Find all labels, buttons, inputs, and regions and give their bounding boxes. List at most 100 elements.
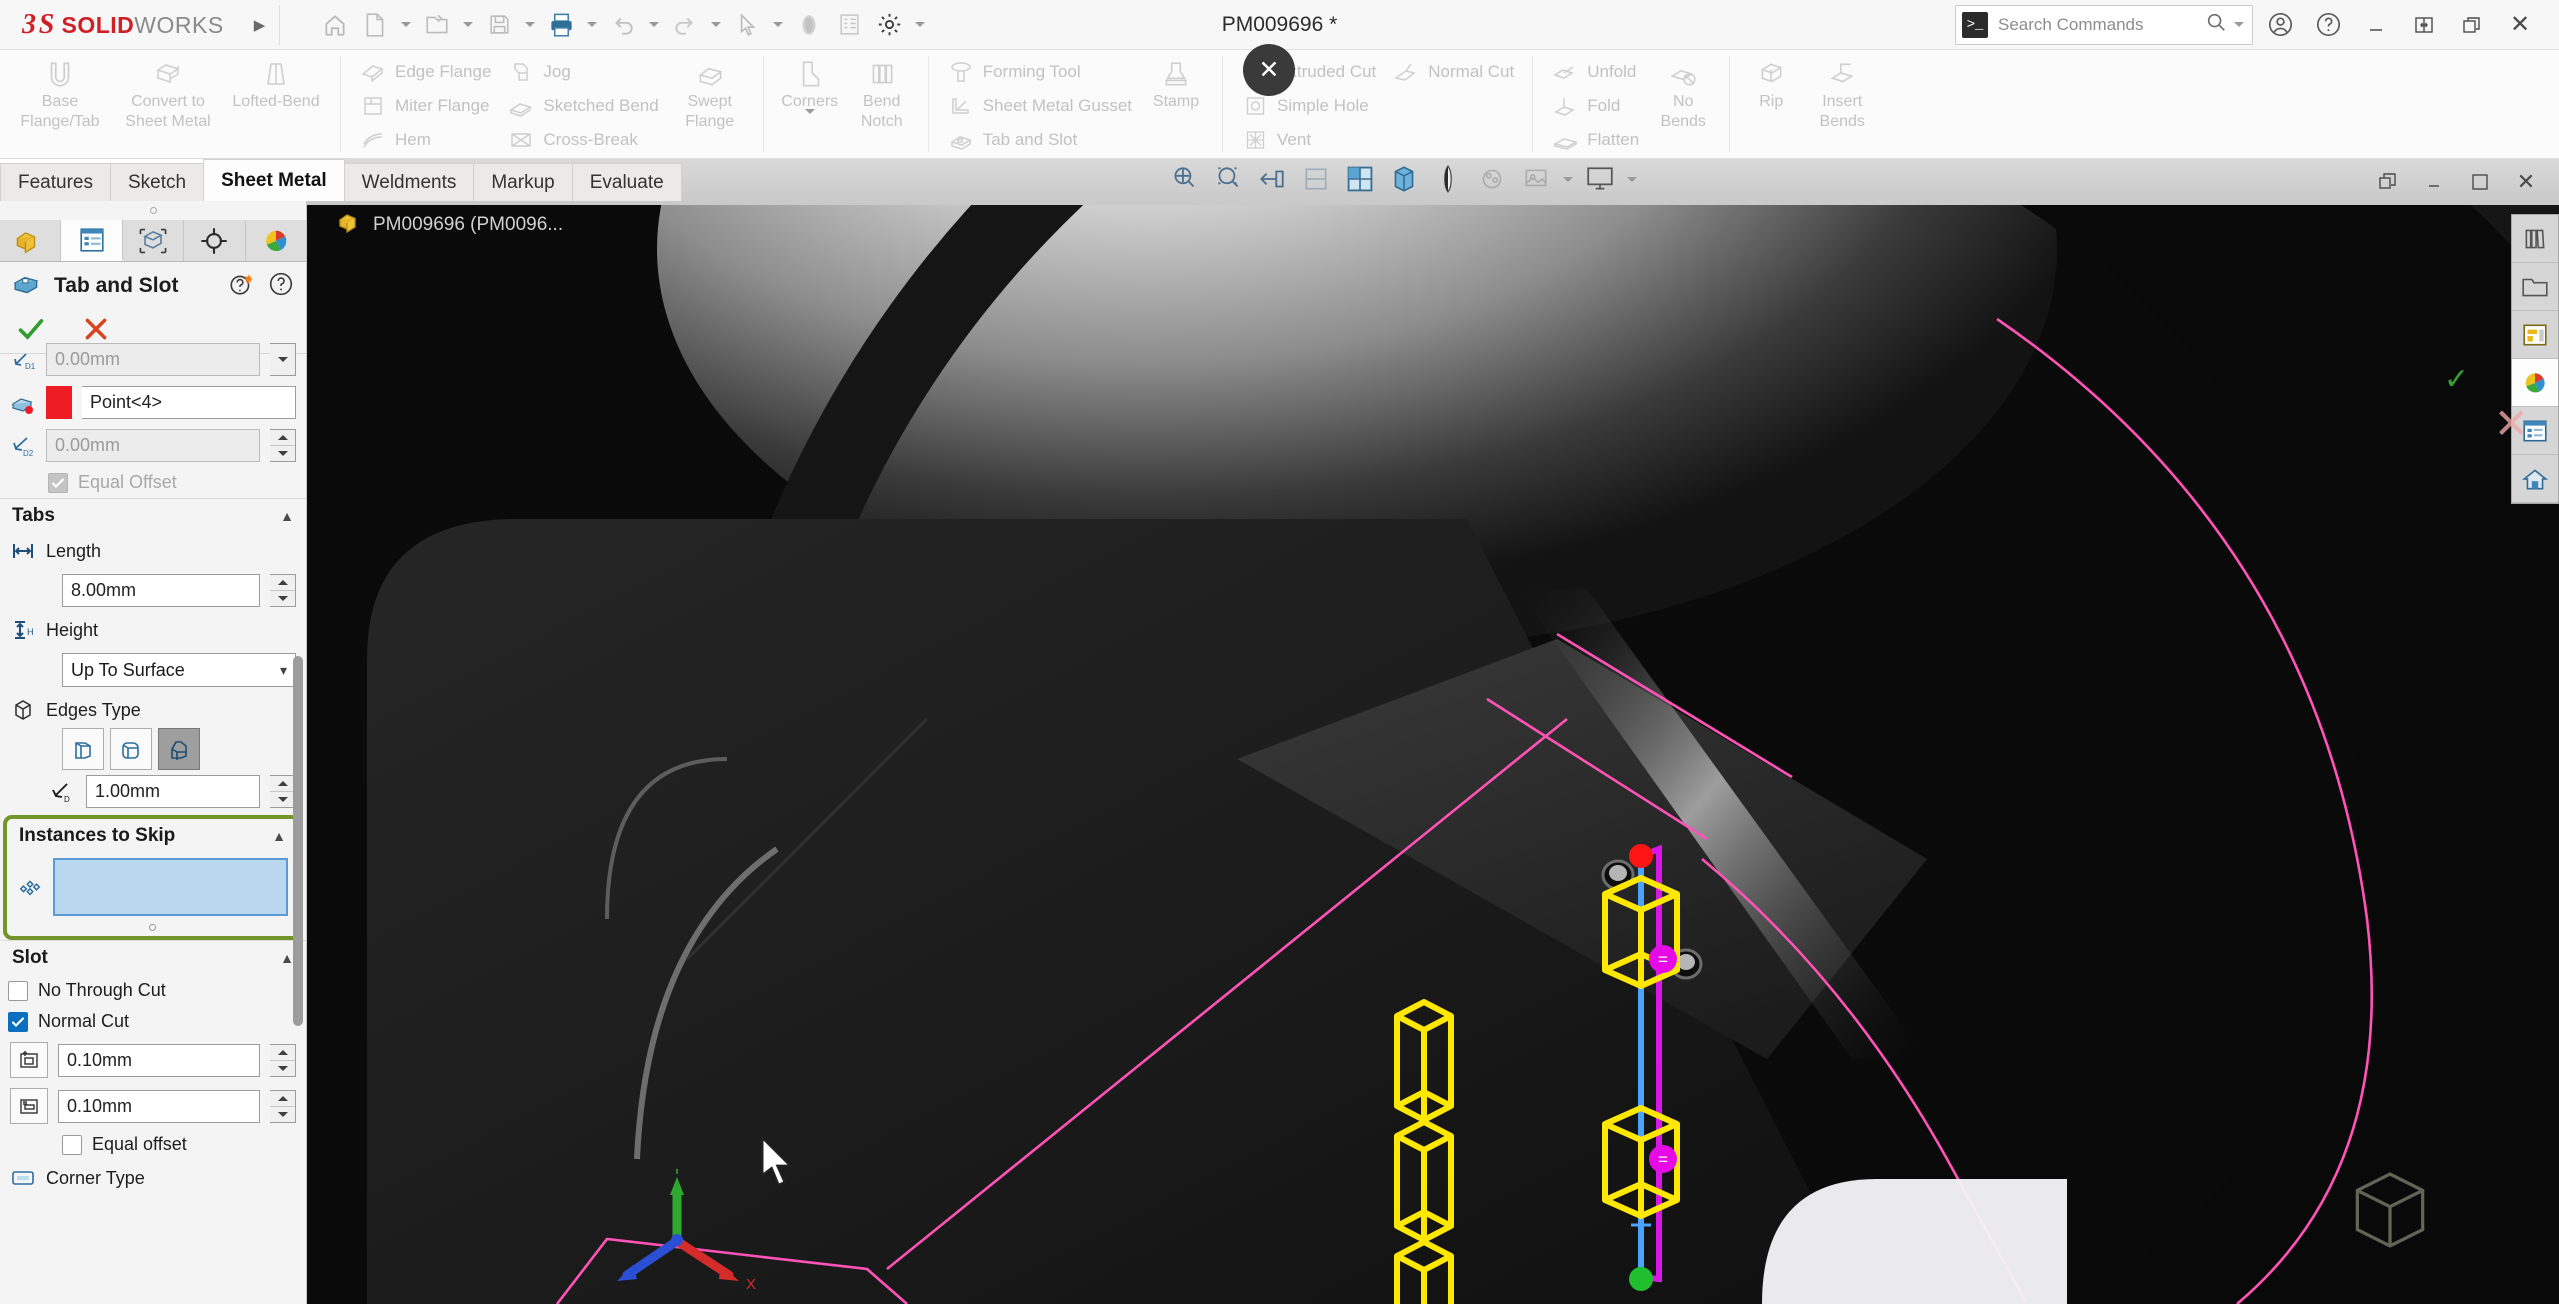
tab-weldments[interactable]: Weldments (343, 163, 475, 201)
unfold-button[interactable]: Unfold (1543, 56, 1647, 88)
edge-type-sharp[interactable] (62, 728, 104, 770)
sketched-bend-button[interactable]: Sketched Bend (499, 90, 666, 122)
chevron-up-icon[interactable]: ▲ (280, 508, 294, 524)
search-input[interactable]: >_ Search Commands (1955, 4, 2253, 45)
bend-notch-button[interactable]: Bend Notch (846, 50, 918, 158)
tab-length-field[interactable]: 8.00mm (62, 574, 260, 607)
length-clearance-stepper[interactable] (270, 1043, 296, 1077)
home-panel-icon[interactable] (2512, 455, 2558, 503)
new-document-dropdown[interactable] (396, 6, 416, 44)
chevron-up-icon[interactable]: ▲ (280, 950, 294, 966)
view-palette-icon[interactable] (2512, 215, 2558, 263)
menu-expand-arrow[interactable]: ▶ (254, 16, 266, 34)
clipped-dimension-dropdown[interactable] (270, 343, 296, 376)
edge-type-chamfer[interactable] (158, 728, 200, 770)
lofted-bend-button[interactable]: Lofted-Bend (222, 50, 330, 158)
no-bends-button[interactable]: No Bends (1647, 50, 1719, 158)
property-manager-tab[interactable] (61, 220, 123, 261)
normal-cut-checkbox[interactable] (8, 1011, 28, 1032)
convert-to-sheet-metal-button[interactable]: Convert to Sheet Metal (114, 50, 222, 158)
print-icon[interactable] (542, 6, 580, 44)
normal-cut-button[interactable]: Normal Cut (1384, 56, 1522, 88)
overlay-close-icon[interactable]: ✕ (1243, 44, 1295, 96)
jog-button[interactable]: Jog (499, 56, 666, 88)
graphics-viewport[interactable]: = = ✕ PM009696 (PM0096... ✓ ✕ Y X (307, 159, 2559, 1304)
edge-flange-button[interactable]: Edge Flange (351, 56, 499, 88)
viewport-close-button[interactable]: ✕ (2505, 161, 2547, 203)
help-icon[interactable] (268, 271, 294, 302)
cross-break-button[interactable]: Cross-Break (499, 124, 666, 156)
gear-icon[interactable] (870, 6, 908, 44)
open-folder-icon[interactable] (2512, 263, 2558, 311)
flatten-button[interactable]: Flatten (1543, 124, 1647, 156)
tab-and-slot-button[interactable]: Tab and Slot (939, 124, 1140, 156)
corners-caret[interactable] (804, 108, 815, 133)
view-cube[interactable] (2341, 1161, 2439, 1264)
help-icon[interactable] (2307, 4, 2349, 46)
account-icon[interactable] (2259, 4, 2301, 46)
save-dropdown[interactable] (520, 6, 540, 44)
close-window-button[interactable]: ✕ (2499, 4, 2541, 46)
undo-icon[interactable] (604, 6, 642, 44)
display-style-icon[interactable] (1387, 162, 1421, 196)
rebuild-icon[interactable] (790, 6, 828, 44)
offset-distance-field[interactable]: 0.00mm (46, 429, 260, 462)
undo-dropdown[interactable] (644, 6, 664, 44)
redo-dropdown[interactable] (706, 6, 726, 44)
breadcrumb[interactable]: PM009696 (PM0096... (337, 209, 563, 241)
tab-length-stepper[interactable] (270, 574, 296, 607)
scene-dropdown-caret[interactable] (1563, 176, 1573, 182)
edge-type-fillet[interactable] (110, 728, 152, 770)
tile-window-button[interactable] (2403, 4, 2445, 46)
sheet-metal-gusset-button[interactable]: Sheet Metal Gusset (939, 90, 1140, 122)
select-arrow-icon[interactable] (728, 6, 766, 44)
tab-evaluate[interactable]: Evaluate (571, 163, 682, 201)
save-icon[interactable] (480, 6, 518, 44)
tab-markup[interactable]: Markup (473, 163, 573, 201)
instances-resize-handle[interactable] (7, 921, 298, 931)
clipped-dimension-field[interactable]: 0.00mm (46, 343, 260, 376)
zoom-to-fit-icon[interactable] (1167, 162, 1201, 196)
hide-show-items-icon[interactable] (1431, 162, 1465, 196)
previous-view-icon[interactable] (1255, 162, 1289, 196)
viewport-confirm-cancel[interactable]: ✕ (2494, 399, 2529, 448)
custom-properties-icon[interactable] (2512, 311, 2558, 359)
options-dropdown[interactable] (910, 6, 930, 44)
insert-bends-button[interactable]: Insert Bends (1802, 50, 1882, 158)
chevron-up-icon[interactable]: ▲ (272, 828, 286, 844)
new-document-icon[interactable] (356, 6, 394, 44)
options-list-icon[interactable] (830, 6, 868, 44)
tabs-section-header[interactable]: Tabs ▲ (0, 498, 306, 533)
restore-window-button[interactable] (2451, 4, 2493, 46)
edit-appearance-icon[interactable] (1475, 162, 1509, 196)
search-dropdown-caret[interactable] (2234, 22, 2244, 27)
width-clearance-field[interactable]: 0.10mm (58, 1089, 260, 1123)
minimize-button[interactable] (2355, 4, 2397, 46)
point-selection-field[interactable]: Point<4> (82, 386, 296, 419)
panel-scrollbar[interactable] (293, 656, 303, 1026)
slot-section-header[interactable]: Slot ▲ (0, 940, 306, 975)
dimxpert-manager-tab[interactable] (184, 220, 246, 261)
width-clearance-stepper[interactable] (270, 1089, 296, 1123)
select-dropdown[interactable] (768, 6, 788, 44)
tab-sheet-metal[interactable]: Sheet Metal (203, 159, 345, 201)
feature-manager-tab[interactable] (0, 220, 62, 261)
vent-button[interactable]: Vent (1233, 124, 1384, 156)
section-view-icon[interactable] (1299, 162, 1333, 196)
chevron-down-icon[interactable]: ▾ (280, 662, 287, 679)
viewport-restore-down-button[interactable] (2367, 161, 2409, 203)
rip-button[interactable]: Rip (1740, 50, 1802, 158)
slot-equal-offset-checkbox[interactable] (62, 1134, 82, 1155)
no-through-cut-checkbox[interactable] (8, 980, 28, 1001)
display-manager-tab[interactable] (245, 220, 306, 261)
edge-distance-field[interactable]: 1.00mm (86, 775, 260, 808)
equal-offset-checkbox[interactable] (48, 472, 68, 493)
offset-distance-stepper[interactable] (270, 429, 296, 462)
instances-to-skip-listbox[interactable] (53, 858, 288, 916)
tab-height-select[interactable]: Up To Surface ▾ (62, 653, 296, 687)
print-dropdown[interactable] (582, 6, 602, 44)
panel-resize-handle[interactable] (0, 201, 306, 220)
view-settings-icon[interactable] (1583, 162, 1617, 196)
corners-button[interactable]: Corners (774, 50, 846, 158)
viewport-minimize-button[interactable] (2413, 161, 2455, 203)
